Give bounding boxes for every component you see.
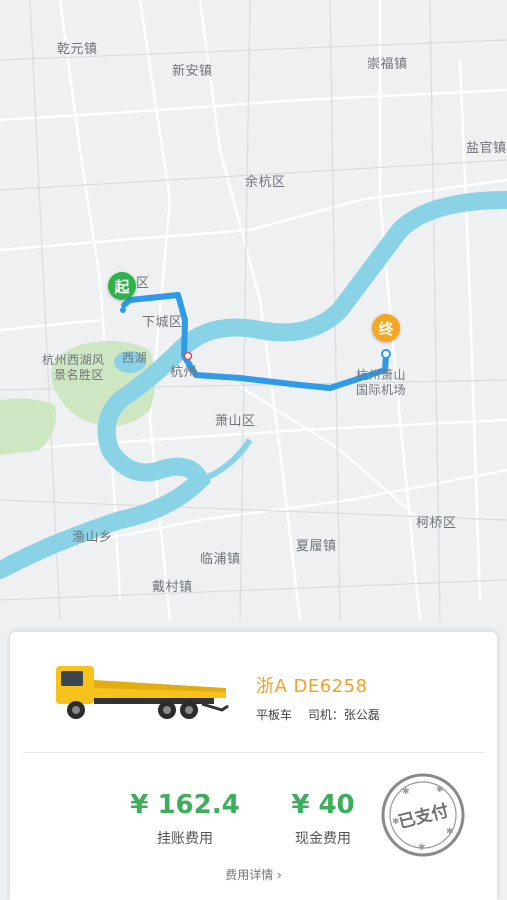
stamp-text: 已支付 <box>396 800 451 833</box>
vehicle-info: 平板车 司机：张公磊 <box>256 706 392 723</box>
place-label: 夏履镇 <box>296 539 337 554</box>
credit-label: 挂账费用 <box>157 831 213 847</box>
svg-text:✱: ✱ <box>436 785 444 795</box>
fee-detail-link[interactable]: 费用详情 › <box>10 866 497 883</box>
credit-amount: ¥ 162.4 <box>130 790 240 820</box>
place-label: 景名胜区 <box>54 368 105 382</box>
vehicle-type: 平板车 <box>256 708 293 722</box>
place-label: 柯桥区 <box>416 516 457 531</box>
start-marker[interactable]: 起 <box>108 272 136 300</box>
place-label: 下城区 <box>142 315 183 330</box>
cash-amount: ¥ 40 <box>291 790 355 820</box>
svg-text:✱: ✱ <box>402 787 410 797</box>
place-label: 乾元镇 <box>57 42 98 57</box>
driver-name: 司机：张公磊 <box>307 708 380 722</box>
place-label: 临浦镇 <box>200 552 241 567</box>
cash-label: 现金费用 <box>295 831 351 847</box>
place-label: 渔山乡 <box>72 530 113 545</box>
place-label: 杭州 <box>170 365 198 380</box>
place-label: 崇福镇 <box>367 57 408 72</box>
place-label: 西湖 <box>122 351 148 365</box>
paid-stamp: ✱ ✱ ✱✱✱ 已支付 <box>381 773 465 857</box>
place-label: 国际机场 <box>356 383 407 397</box>
end-marker[interactable]: 终 <box>372 314 400 342</box>
svg-text:✱: ✱ <box>446 827 454 837</box>
place-label: 戴村镇 <box>152 580 193 595</box>
place-label: 盐官镇 <box>466 141 507 156</box>
order-card: 浙A DE6258 平板车 司机：张公磊 ¥ 162.4 挂账费用 ¥ 40 现… <box>10 632 497 900</box>
tow-truck-image <box>56 666 229 719</box>
svg-text:✱: ✱ <box>418 843 426 853</box>
license-plate: 浙A DE6258 <box>256 676 368 697</box>
place-label: 余杭区 <box>245 175 286 190</box>
place-label: 区 <box>136 276 150 291</box>
place-label: 新安镇 <box>172 64 213 79</box>
place-label: 萧山区 <box>215 414 256 429</box>
divider <box>22 752 485 753</box>
